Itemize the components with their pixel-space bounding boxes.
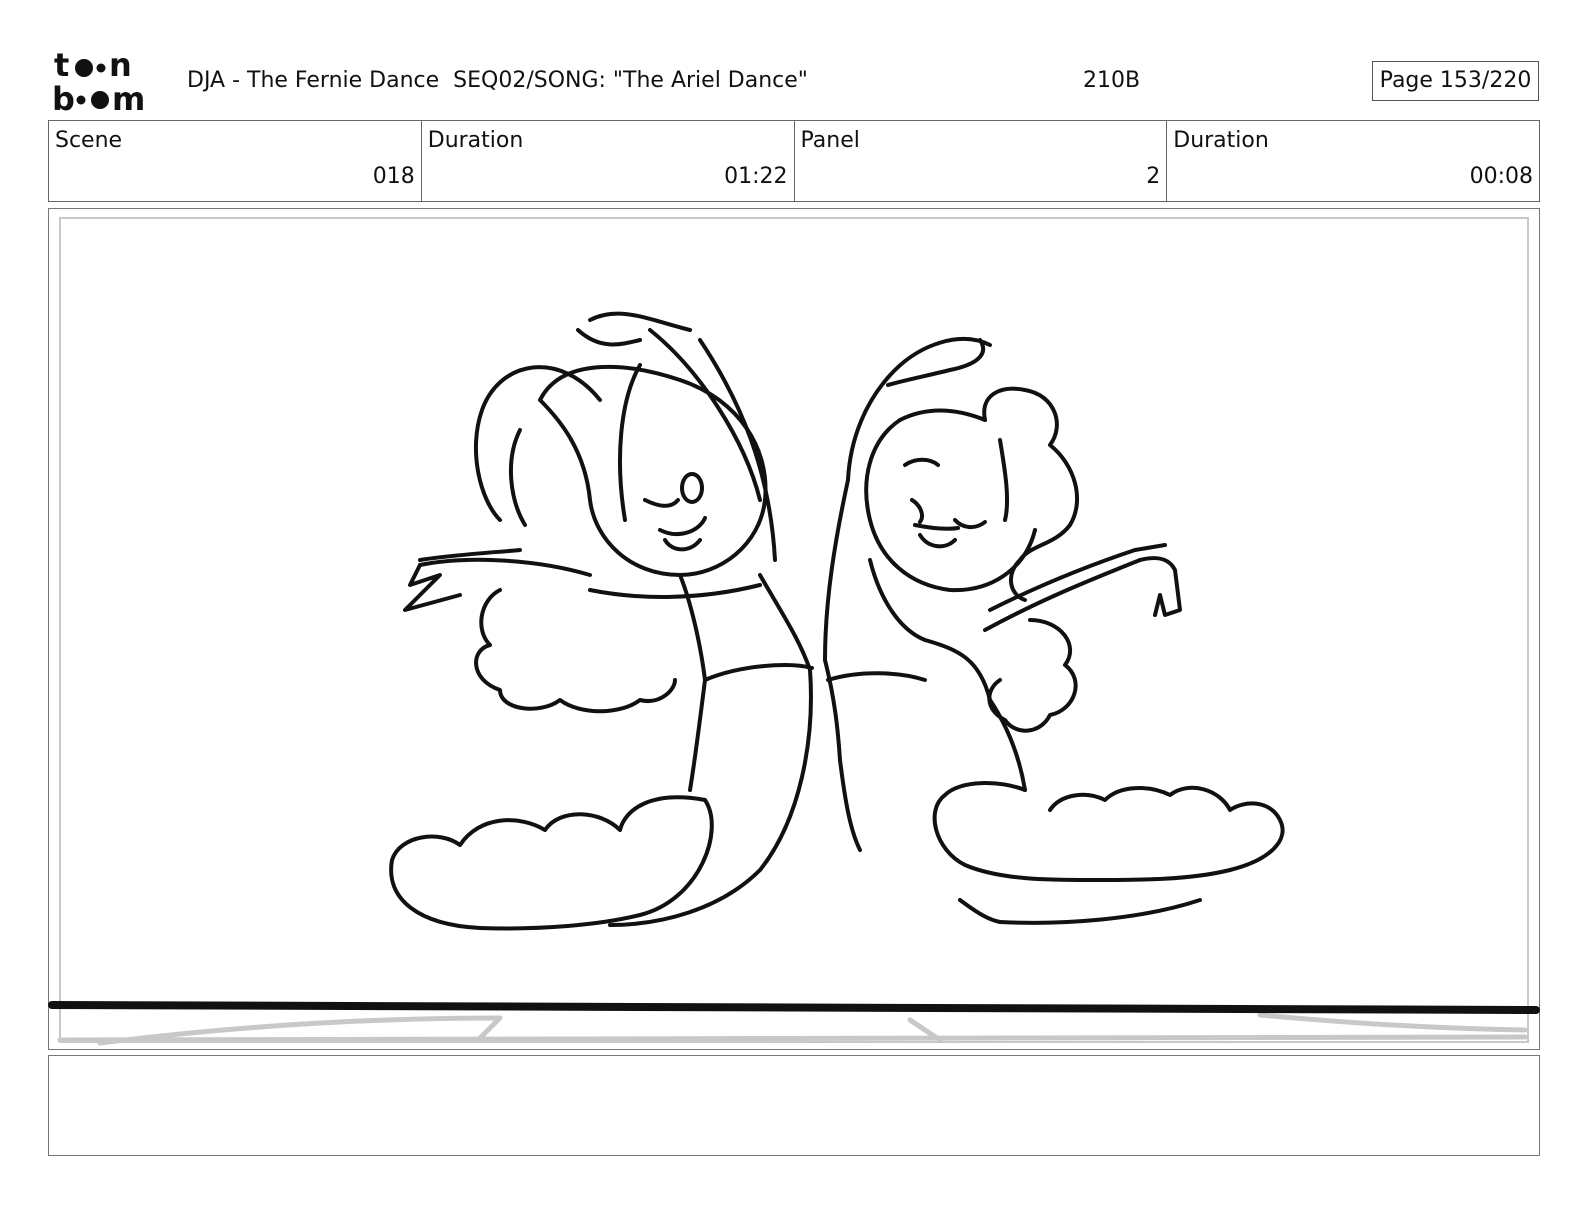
left-mermaid-sketch [389, 311, 814, 931]
floor-line [48, 1001, 1540, 1014]
panel-sketch [48, 311, 1540, 1046]
notes-box [48, 1055, 1540, 1156]
floor-guide-lines [57, 1012, 1528, 1046]
right-mermaid-sketch [823, 337, 1285, 925]
